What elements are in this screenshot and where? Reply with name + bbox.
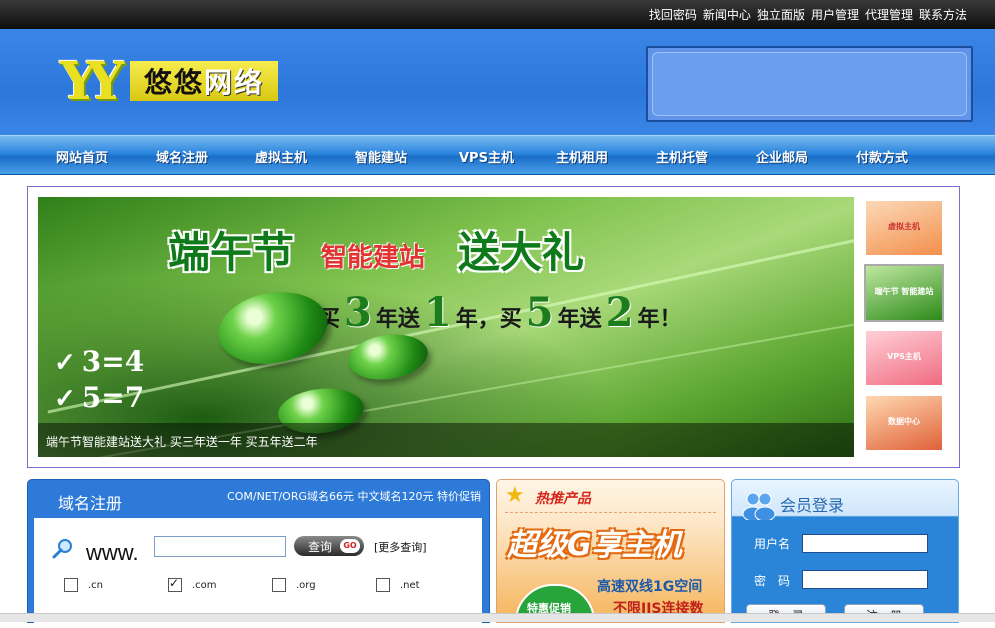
tld-label: .org <box>296 579 316 591</box>
star-icon: ★ <box>505 483 525 508</box>
banner-thumbnails: 虚拟主机 端午节 智能建站 VPS主机 数据中心 <box>864 201 946 461</box>
link-contact[interactable]: 联系方法 <box>919 6 967 23</box>
water-drop <box>212 283 334 373</box>
thumbnail-4[interactable]: 数据中心 <box>866 396 942 450</box>
header: YY 悠悠 网络 <box>0 29 995 135</box>
tld-option-org[interactable]: .org <box>272 578 316 592</box>
offer-number: 3 <box>344 289 372 336</box>
password-input[interactable] <box>802 570 928 589</box>
nav-vps[interactable]: VPS主机 <box>459 147 514 166</box>
nav-smart-site[interactable]: 智能建站 <box>355 147 407 166</box>
check-icon: ✓ <box>54 348 76 378</box>
checkbox[interactable] <box>168 576 182 592</box>
thumbnail-1[interactable]: 虚拟主机 <box>866 201 942 255</box>
link-find-password[interactable]: 找回密码 <box>649 6 697 23</box>
tld-option-net[interactable]: .net <box>376 578 420 592</box>
nav-colocation[interactable]: 主机托管 <box>656 147 708 166</box>
go-icon: GO <box>340 539 360 553</box>
hot-products-title: 热推产品 <box>535 491 591 507</box>
checkbox[interactable] <box>64 578 78 592</box>
login-panel: 会员登录 用户名 密 码 登 录 注 册 <box>731 479 959 623</box>
domain-search-body: www. 查询 GO [更多查询] .cn .com .org .net <box>34 518 482 628</box>
tld-label: .com <box>192 579 217 591</box>
link-news-center[interactable]: 新闻中心 <box>703 6 751 23</box>
link-user-management[interactable]: 用户管理 <box>811 6 859 23</box>
login-title: 会员登录 <box>780 496 845 515</box>
tld-label: .net <box>400 579 420 591</box>
nav-mail[interactable]: 企业邮局 <box>756 147 808 166</box>
thumbnail-3[interactable]: VPS主机 <box>866 331 942 385</box>
hot-product-feature-1: 高速双线1G空间 <box>597 579 703 595</box>
equation-text: 3=4 <box>81 345 145 378</box>
more-query-link[interactable]: [更多查询] <box>374 539 427 555</box>
domain-promo[interactable]: COM/NET/ORG域名66元 中文域名120元 特价促销 <box>227 488 481 504</box>
link-agent-management[interactable]: 代理管理 <box>865 6 913 23</box>
www-prefix: www. <box>86 540 139 565</box>
domain-input[interactable] <box>154 536 286 557</box>
tld-label: .cn <box>88 579 104 591</box>
check-icon: ✓ <box>54 384 76 414</box>
header-ad-box <box>646 46 973 122</box>
offer-number: 1 <box>423 289 452 336</box>
header-ad-inner <box>652 52 967 116</box>
banner-caption: 端午节智能建站送大礼 买三年送一年 买五年送二年 <box>38 423 854 457</box>
divider <box>505 512 716 513</box>
checkbox[interactable] <box>376 578 390 592</box>
nav-server-rental[interactable]: 主机租用 <box>556 147 608 166</box>
logo-name: 悠悠 网络 <box>130 61 278 101</box>
logo-mark: YY <box>60 51 124 112</box>
nav-home[interactable]: 网站首页 <box>56 147 108 166</box>
offer-part: 年送 <box>557 307 602 332</box>
thumbnail-2[interactable]: 端午节 智能建站 <box>864 264 944 322</box>
banner-title-festival: 端午节 <box>168 228 295 277</box>
offer-part: 年！ <box>637 307 682 332</box>
nav-payment[interactable]: 付款方式 <box>856 147 908 166</box>
banner-equation-1: ✓ 3=4 <box>54 345 144 378</box>
nav-domain[interactable]: 域名注册 <box>156 147 208 166</box>
query-button[interactable]: 查询 GO <box>294 536 364 556</box>
domain-panel-title: 域名注册 <box>58 494 123 513</box>
password-label: 密 码 <box>754 574 791 588</box>
equation-text: 5=7 <box>81 381 145 414</box>
banner-equation-2: ✓ 5=7 <box>54 381 144 414</box>
offer-part: 年送 <box>375 307 420 332</box>
logo-name-a: 悠悠 <box>143 66 204 99</box>
thumbnail-label: 数据中心 <box>888 417 920 426</box>
username-label: 用户名 <box>754 537 791 551</box>
banner-title-gift: 送大礼 <box>458 228 585 277</box>
thumbnail-label: VPS主机 <box>887 352 921 361</box>
banner-title-product: 智能建站 <box>321 243 426 273</box>
tld-option-com[interactable]: .com <box>168 576 217 592</box>
top-bar: 找回密码 新闻中心 独立面版 用户管理 代理管理 联系方法 <box>0 0 995 29</box>
offer-number: 2 <box>605 289 634 336</box>
banner-slider: 端午节 智能建站 送大礼 买 3 年送 1 年，买 5 年送 2 年！ ✓ 3=4… <box>27 186 960 468</box>
banner-offer: 买 3 年送 1 年，买 5 年送 2 年！ <box>318 289 681 336</box>
thumbnail-label: 端午节 智能建站 <box>874 287 934 296</box>
main-nav: 网站首页 域名注册 虚拟主机 智能建站 VPS主机 主机租用 主机托管 企业邮局… <box>0 135 995 175</box>
nav-virtual-host[interactable]: 虚拟主机 <box>255 147 307 166</box>
site-logo[interactable]: YY 悠悠 网络 <box>60 51 282 112</box>
tld-option-cn[interactable]: .cn <box>64 578 103 592</box>
checkbox[interactable] <box>272 578 286 592</box>
link-independent-panel[interactable]: 独立面版 <box>757 6 805 23</box>
offer-number: 5 <box>525 289 554 336</box>
domain-panel: 域名注册 COM/NET/ORG域名66元 中文域名120元 特价促销 www.… <box>27 479 490 628</box>
hot-product-name[interactable]: 超级G享主机 <box>507 520 682 564</box>
logo-name-b: 网络 <box>204 66 265 99</box>
username-input[interactable] <box>802 534 928 553</box>
hot-products-panel: ★ 热推产品 超级G享主机 特惠促销 高速双线1G空间 不限IIS连接数 <box>496 479 725 623</box>
query-button-label: 查询 <box>308 539 333 554</box>
water-drop <box>345 329 431 385</box>
offer-part: 年，买 <box>455 307 522 332</box>
users-icon <box>742 492 776 520</box>
search-icon <box>52 539 72 559</box>
top-links: 找回密码 新闻中心 独立面版 用户管理 代理管理 联系方法 <box>643 6 967 23</box>
thumbnail-label: 虚拟主机 <box>888 222 920 231</box>
banner-caption-text: 端午节智能建站送大礼 买三年送一年 买五年送二年 <box>46 435 318 449</box>
banner-image[interactable]: 端午节 智能建站 送大礼 买 3 年送 1 年，买 5 年送 2 年！ ✓ 3=4… <box>38 197 854 457</box>
